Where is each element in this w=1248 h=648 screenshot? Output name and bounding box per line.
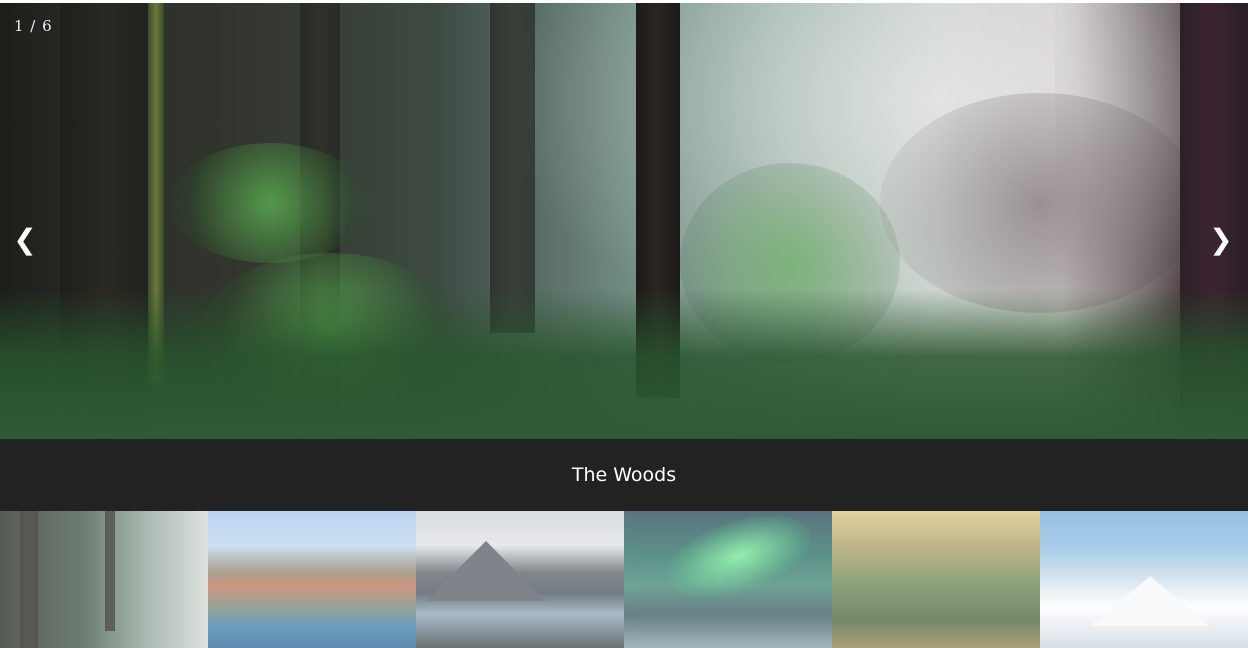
aurora [656, 511, 822, 613]
foliage [880, 93, 1200, 313]
slideshow-gallery: 1 / 6 ❮ ❯ The Woods [0, 0, 1248, 648]
tree-trunk [20, 511, 38, 648]
thumb-mountains-lake[interactable] [416, 511, 624, 648]
thumb-northern-lights[interactable] [624, 511, 832, 648]
chevron-right-icon: ❯ [1209, 223, 1233, 256]
thumb-woods[interactable] [0, 511, 208, 648]
thumbnail-strip [0, 511, 1248, 648]
prev-slide-button[interactable]: ❮ [9, 225, 41, 257]
forest-floor [0, 289, 1248, 439]
slide-counter: 1 / 6 [14, 17, 53, 35]
slide-caption: The Woods [571, 464, 677, 486]
thumb-forest-valley[interactable] [832, 511, 1040, 648]
caption-bar: The Woods [0, 439, 1248, 511]
foliage [170, 143, 370, 263]
mountain-peak [426, 541, 546, 601]
next-slide-button[interactable]: ❯ [1205, 225, 1237, 257]
mountain-peak [1090, 576, 1210, 626]
tree-trunk [105, 511, 115, 631]
slide-image-the-woods: 1 / 6 ❮ ❯ [0, 3, 1248, 439]
thumb-cinque-terre[interactable] [208, 511, 416, 648]
tree-trunk [490, 3, 535, 333]
chevron-left-icon: ❮ [13, 223, 37, 256]
thumb-snow-mountains[interactable] [1040, 511, 1248, 648]
